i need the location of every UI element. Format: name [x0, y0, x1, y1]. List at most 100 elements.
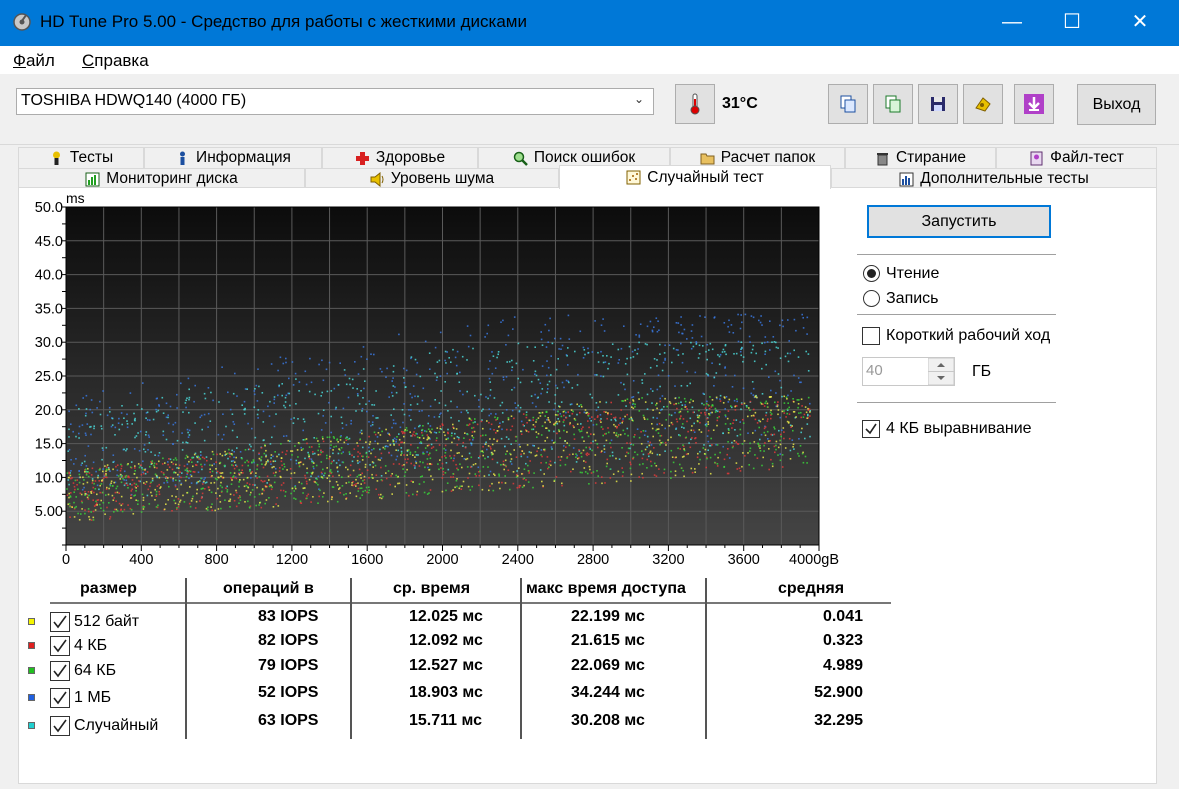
- data-point-random: [345, 383, 348, 386]
- data-point-random: [438, 359, 441, 362]
- data-point-512b: [364, 466, 367, 468]
- data-point-4kb: [749, 400, 752, 403]
- data-point-4kb: [91, 467, 94, 470]
- series-checkbox[interactable]: [50, 636, 70, 656]
- read-radio[interactable]: [863, 265, 880, 282]
- data-point-64kb: [527, 464, 529, 467]
- data-point-512b: [179, 499, 182, 502]
- data-point-512b: [561, 482, 563, 485]
- series-checkbox[interactable]: [50, 661, 70, 681]
- data-point-64kb: [173, 471, 175, 474]
- data-point-64kb: [466, 433, 469, 436]
- data-point-1mb: [207, 412, 210, 415]
- data-point-4kb: [413, 464, 415, 467]
- data-point-1mb: [752, 387, 755, 390]
- data-point-random: [780, 386, 783, 389]
- data-point-64kb: [175, 479, 177, 481]
- data-point-1mb: [693, 431, 696, 433]
- data-point-random: [269, 400, 271, 403]
- data-point-random: [532, 428, 535, 431]
- data-point-4kb: [522, 423, 524, 426]
- tab-random-access[interactable]: Случайный тест: [559, 165, 831, 189]
- start-button[interactable]: Запустить: [867, 205, 1051, 238]
- data-point-4kb: [355, 483, 358, 485]
- data-point-1mb: [169, 405, 172, 408]
- data-point-4kb: [685, 453, 688, 456]
- data-point-4kb: [653, 447, 655, 449]
- data-point-512b: [613, 423, 615, 426]
- data-point-4kb: [476, 423, 479, 426]
- data-point-random: [466, 390, 468, 393]
- data-point-4kb: [456, 444, 459, 446]
- data-point-random: [551, 448, 553, 450]
- data-point-random: [146, 494, 149, 497]
- data-point-64kb: [81, 501, 83, 504]
- spinner-arrows-icon[interactable]: [928, 358, 954, 385]
- data-point-1mb: [376, 436, 379, 438]
- data-point-64kb: [260, 456, 263, 458]
- data-point-random: [270, 457, 272, 459]
- data-point-64kb: [752, 467, 755, 470]
- data-point-64kb: [298, 465, 301, 468]
- data-point-random: [134, 417, 136, 420]
- data-point-512b: [441, 490, 444, 493]
- data-point-512b: [801, 427, 803, 430]
- data-point-512b: [104, 465, 106, 467]
- data-point-512b: [217, 508, 220, 510]
- series-checkbox[interactable]: [50, 688, 70, 708]
- data-point-4kb: [97, 499, 100, 501]
- data-point-64kb: [382, 495, 384, 498]
- data-point-64kb: [559, 437, 561, 439]
- data-point-random: [519, 381, 522, 384]
- data-point-1mb: [632, 380, 635, 382]
- data-point-1mb: [410, 409, 412, 411]
- write-radio[interactable]: [863, 290, 880, 307]
- data-point-random: [118, 428, 121, 431]
- data-point-64kb: [183, 501, 186, 503]
- data-point-random: [333, 459, 335, 462]
- data-point-64kb: [207, 506, 209, 509]
- data-point-64kb: [66, 488, 68, 490]
- data-point-1mb: [502, 376, 505, 378]
- data-point-1mb: [396, 455, 399, 458]
- data-point-64kb: [284, 495, 286, 497]
- data-point-64kb: [670, 477, 672, 479]
- data-point-1mb: [253, 393, 256, 396]
- data-point-512b: [312, 471, 314, 474]
- data-point-64kb: [367, 491, 370, 494]
- data-point-64kb: [200, 477, 202, 480]
- series-checkbox[interactable]: [50, 716, 70, 736]
- data-point-1mb: [439, 413, 441, 416]
- data-point-512b: [337, 441, 339, 443]
- data-point-512b: [652, 435, 654, 438]
- data-point-1mb: [725, 396, 728, 398]
- data-point-random: [403, 377, 405, 379]
- series-checkbox[interactable]: [50, 612, 70, 632]
- short-stroke-checkbox[interactable]: [862, 327, 880, 345]
- data-point-random: [546, 383, 549, 386]
- data-point-1mb: [724, 408, 726, 410]
- data-point-random: [358, 403, 361, 405]
- data-point-512b: [716, 424, 718, 427]
- data-point-random: [765, 411, 768, 414]
- data-point-4kb: [92, 486, 95, 489]
- data-point-512b: [363, 475, 366, 478]
- data-point-512b: [656, 407, 658, 410]
- data-point-512b: [231, 479, 233, 481]
- data-point-64kb: [249, 470, 251, 472]
- data-point-4kb: [765, 414, 767, 417]
- data-point-1mb: [478, 399, 480, 401]
- data-point-64kb: [627, 452, 630, 455]
- data-point-512b: [535, 454, 538, 457]
- data-point-1mb: [139, 430, 142, 433]
- data-point-4kb: [741, 403, 743, 405]
- data-point-random: [682, 353, 684, 355]
- data-point-512b: [142, 496, 145, 499]
- data-point-64kb: [558, 429, 560, 431]
- data-point-4kb: [732, 422, 734, 424]
- data-point-random: [126, 420, 128, 422]
- data-point-4kb: [106, 466, 108, 468]
- data-point-1mb: [402, 421, 404, 424]
- data-point-4kb: [189, 459, 192, 461]
- data-point-512b: [220, 481, 222, 484]
